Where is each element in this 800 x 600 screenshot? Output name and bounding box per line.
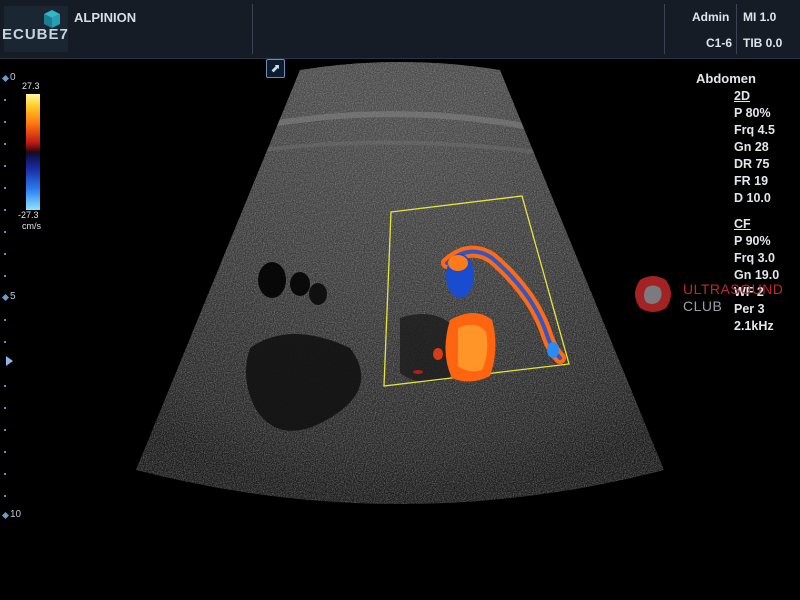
params-cf: CF P 90% Frq 3.0 Gn 19.0 WF 2 Per 3 2.1k… bbox=[734, 216, 779, 335]
watermark-line2: CLUB bbox=[683, 298, 723, 314]
param-line: D 10.0 bbox=[734, 191, 771, 205]
velocity-colorbar bbox=[26, 94, 40, 210]
param-line: Frq 3.0 bbox=[734, 251, 775, 265]
brand-name: ALPINION bbox=[74, 10, 137, 25]
depth-label-5: 5 bbox=[10, 291, 16, 302]
user-name: Admin bbox=[692, 10, 730, 24]
param-line: Frq 4.5 bbox=[734, 123, 775, 137]
divider bbox=[664, 4, 665, 54]
divider bbox=[252, 4, 253, 54]
watermark-line1: ULTRASOUND bbox=[683, 281, 784, 297]
acoustic-mark-icon: ⬈ bbox=[266, 59, 285, 78]
param-line: Per 3 bbox=[734, 302, 765, 316]
top-bar: ECUBE7 ALPINION Admin MI 1.0 C1-6 TIB 0.… bbox=[0, 0, 800, 59]
tib-value: TIB 0.0 bbox=[743, 36, 783, 50]
mi-value: MI 1.0 bbox=[743, 10, 777, 24]
colorbar-min: -27.3 bbox=[18, 210, 39, 220]
colorbar-unit: cm/s bbox=[22, 221, 41, 231]
ultrasound-club-logo-icon bbox=[635, 276, 671, 312]
divider bbox=[736, 4, 737, 54]
focus-marker-icon[interactable] bbox=[6, 356, 13, 366]
param-line: Gn 28 bbox=[734, 140, 769, 154]
colorbar-max: 27.3 bbox=[22, 81, 40, 91]
depth-label-0: 0 bbox=[10, 72, 16, 83]
logo-text: ECUBE7 bbox=[2, 26, 69, 43]
param-line: DR 75 bbox=[734, 157, 770, 171]
params-2d: 2D P 80% Frq 4.5 Gn 28 DR 75 FR 19 D 10.… bbox=[734, 88, 775, 207]
param-line: FR 19 bbox=[734, 174, 769, 188]
depth-label-10: 10 bbox=[10, 509, 22, 520]
ultrasound-image[interactable] bbox=[0, 58, 800, 600]
mode-2d-title: 2D bbox=[734, 89, 750, 103]
probe-name: C1-6 bbox=[706, 36, 733, 50]
mode-cf-title: CF bbox=[734, 217, 751, 231]
param-line: P 90% bbox=[734, 234, 771, 248]
sector-tissue bbox=[136, 62, 664, 504]
param-line: 2.1kHz bbox=[734, 319, 774, 333]
param-line: P 80% bbox=[734, 106, 771, 120]
preset-label: Abdomen bbox=[696, 71, 756, 86]
